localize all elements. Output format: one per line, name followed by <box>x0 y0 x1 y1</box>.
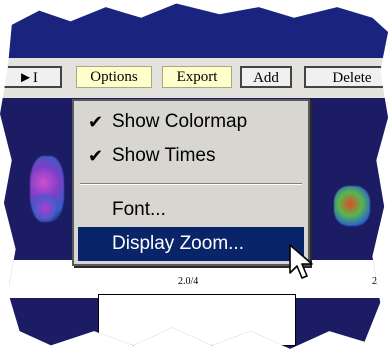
menu-item-label: Show Times <box>112 145 216 166</box>
title-bar <box>0 3 389 58</box>
menu-separator <box>80 183 302 185</box>
play-end-button[interactable]: ►I <box>0 66 62 88</box>
menu-item-font[interactable]: Font... <box>78 193 304 227</box>
delete-button[interactable]: Delete <box>304 66 389 88</box>
options-button[interactable]: Options <box>76 66 152 88</box>
menu-item-display-zoom[interactable]: Display Zoom... <box>78 227 304 261</box>
screenshot: ►I Options Export Add Delete 2.0/4 2 ✔ S… <box>0 0 392 356</box>
check-icon: ✔ <box>88 112 104 132</box>
mouse-cursor-icon <box>289 244 313 279</box>
toolbar: ►I Options Export Add Delete <box>0 58 389 98</box>
menu-item-label: Show Colormap <box>112 111 248 132</box>
torn-paper-frame: ►I Options Export Add Delete 2.0/4 2 ✔ S… <box>0 3 389 349</box>
menu-item-label: Font... <box>112 199 166 220</box>
add-button[interactable]: Add <box>240 66 292 88</box>
check-icon: ✔ <box>88 146 104 166</box>
lower-panel-box <box>98 294 296 346</box>
menu-item-label: Display Zoom... <box>112 233 244 254</box>
scale-label-center: 2.0/4 <box>178 276 199 287</box>
signal-blob-right <box>334 186 370 226</box>
menu-item-show-colormap[interactable]: ✔ Show Colormap <box>78 105 304 139</box>
options-dropdown-menu: ✔ Show Colormap ✔ Show Times Font... Dis… <box>72 99 310 266</box>
signal-blob-left-lower <box>34 194 56 222</box>
export-button[interactable]: Export <box>162 66 232 88</box>
scale-label-right: 2 <box>372 276 377 287</box>
menu-item-show-times[interactable]: ✔ Show Times <box>78 139 304 173</box>
